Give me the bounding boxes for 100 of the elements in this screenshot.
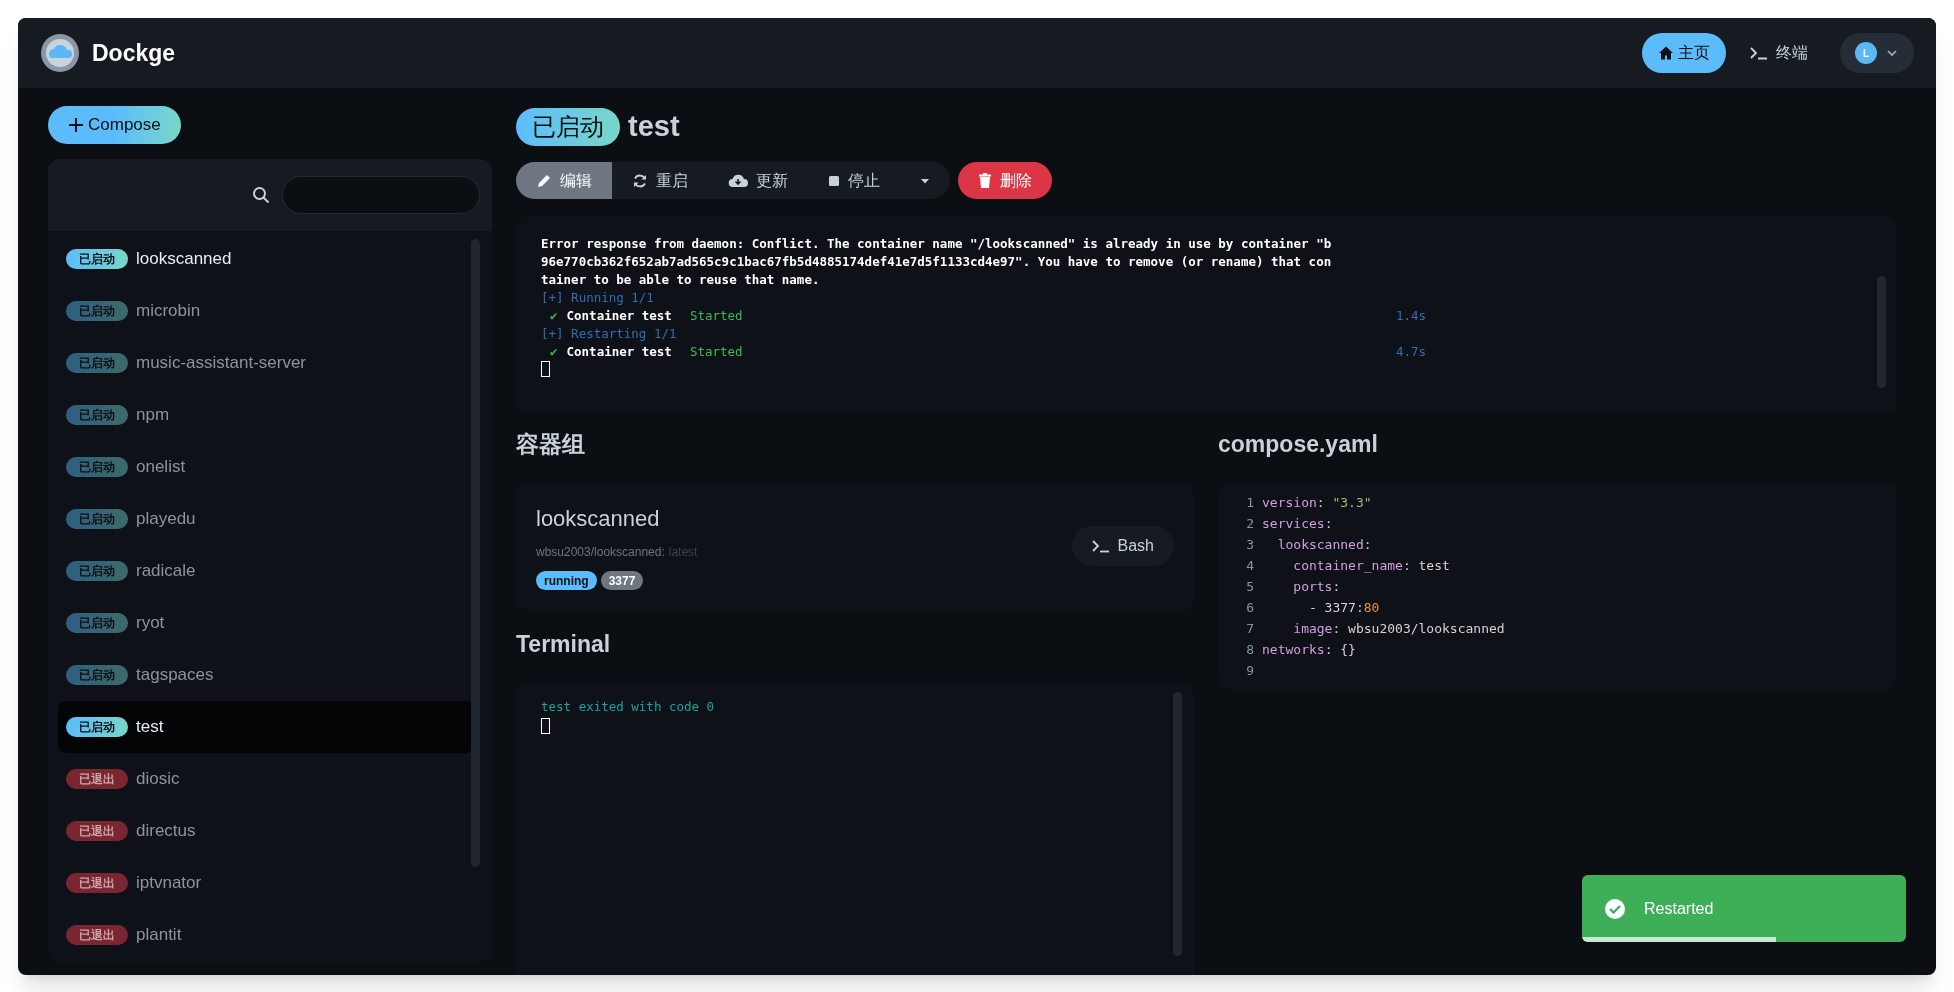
status-badge: 已启动	[66, 717, 128, 737]
stack-list-item[interactable]: 已启动 onelist	[58, 441, 474, 493]
line-number: 9	[1245, 662, 1254, 680]
log-duration: 4.7s	[1394, 343, 1426, 361]
code-line: container_name: test	[1292, 557, 1450, 575]
log-line: 96e770cb362f652ab7ad565c9c1bac67fb5d4885174def41e7d5f1133cd4e97". You have to remove (or rename) that con	[541, 253, 1332, 271]
check-mark: ✔	[550, 307, 558, 325]
trash-icon	[978, 172, 992, 189]
line-number: 6	[1245, 599, 1254, 617]
refresh-icon	[632, 172, 648, 189]
status-badge: 已退出	[66, 821, 128, 841]
stack-name: npm	[136, 404, 170, 427]
log-status: Started	[689, 307, 743, 325]
stack-list-item[interactable]: 已启动 playedu	[58, 493, 474, 545]
line-number: 4	[1245, 557, 1254, 575]
cloud-download-icon	[728, 172, 748, 189]
status-badge: 已退出	[66, 873, 128, 893]
stack-name: radicale	[136, 560, 196, 583]
scrollbar[interactable]	[1173, 692, 1182, 956]
code-line: - 3377:80	[1307, 599, 1380, 617]
status-badge: 已启动	[66, 665, 128, 685]
code-line: lookscanned:	[1276, 536, 1372, 554]
bash-button[interactable]: Bash	[1071, 526, 1174, 566]
status-badge: 已启动	[66, 249, 128, 269]
search-field[interactable]	[282, 176, 480, 214]
avatar: L	[1855, 42, 1877, 64]
status-badge: 已启动	[66, 457, 128, 477]
line-number: 7	[1245, 620, 1254, 638]
stack-name: ryot	[136, 612, 165, 635]
line-number: 1	[1245, 494, 1254, 512]
stack-name: iptvnator	[136, 872, 202, 895]
stack-name: music-assistant-server	[136, 352, 307, 375]
code-line: version: "3.3"	[1262, 494, 1372, 512]
log-line: [+] Running 1/1	[541, 289, 654, 307]
stack-list-item[interactable]: 已启动 tagspaces	[58, 649, 474, 701]
stack-list-item[interactable]: 已启动 microbin	[58, 285, 474, 337]
stack-name: lookscanned	[136, 248, 232, 271]
status-badge: 已启动	[516, 108, 620, 146]
port-badge: 3377	[600, 571, 644, 590]
scrollbar[interactable]	[471, 239, 480, 867]
stack-list-item[interactable]: 已退出 directus	[58, 805, 474, 857]
status-badge: 已退出	[66, 769, 128, 789]
line-number: 2	[1245, 515, 1254, 533]
check-circle-icon	[1604, 897, 1626, 920]
nav-button[interactable]: 主页	[1642, 33, 1726, 73]
pencil-icon	[536, 172, 552, 189]
action-button[interactable]: 编辑	[516, 162, 612, 199]
scrollbar[interactable]	[1877, 276, 1886, 388]
section-heading: compose.yaml	[1218, 429, 1379, 459]
stack-name: plantit	[136, 924, 182, 947]
stack-list-item[interactable]: 已启动 lookscanned	[58, 233, 474, 285]
stop-icon	[828, 174, 840, 187]
status-badge: 已启动	[66, 353, 128, 373]
log-status: Started	[689, 343, 743, 361]
app-name: Dockge	[92, 38, 176, 68]
code-line: image: wbsu2003/lookscanned	[1292, 620, 1505, 638]
section-heading: 容器组	[516, 429, 586, 459]
stack-list-item[interactable]: 已启动 radicale	[58, 545, 474, 597]
stack-list-item[interactable]: 已启动 music-assistant-server	[58, 337, 474, 389]
line-number: 5	[1245, 578, 1254, 596]
nav-button[interactable]: 终端	[1742, 33, 1816, 73]
status-badge: 已启动	[66, 613, 128, 633]
terminal-prompt-icon	[1091, 539, 1110, 553]
terminal-prompt-icon	[1750, 46, 1768, 60]
search-icon	[252, 186, 270, 204]
log-text: Container test	[566, 343, 672, 361]
line-number: 8	[1245, 641, 1254, 659]
log-duration: 1.4s	[1394, 307, 1426, 325]
stack-list-item[interactable]: 已退出 diosic	[58, 753, 474, 805]
cloud-logo-icon	[40, 33, 80, 73]
log-text: Container test	[566, 307, 672, 325]
code-line: networks: {}	[1262, 641, 1356, 659]
delete-button[interactable]: 删除	[958, 162, 1052, 199]
status-badge: 已退出	[66, 925, 128, 945]
code-editor[interactable]: 1 version: "3.3" 2 services: 3 lookscanned: 4 container_name: test 5 ports: 6 - 3377:80 7 image: wbsu2003/lookscanned 8 networks: {} 9	[1218, 482, 1896, 690]
action-button[interactable]: 重启	[612, 162, 708, 199]
state-badge: running	[536, 571, 597, 590]
home-icon	[1658, 45, 1674, 61]
plus-icon	[68, 117, 84, 133]
terminal-cursor	[541, 361, 550, 377]
image-name: wbsu2003/lookscanned:	[536, 544, 665, 561]
status-badge: 已启动	[66, 561, 128, 581]
container-name: lookscanned	[536, 505, 661, 533]
stack-list-item[interactable]: 已退出 iptvnator	[58, 857, 474, 909]
stack-name: onelist	[136, 456, 186, 479]
action-button[interactable]: 停止	[808, 162, 900, 199]
status-badge: 已启动	[66, 509, 128, 529]
compose-button[interactable]: Compose	[48, 106, 181, 144]
stack-name: directus	[136, 820, 196, 843]
action-button[interactable]: 更新	[708, 162, 808, 199]
status-badge: 已启动	[66, 405, 128, 425]
check-mark: ✔	[550, 343, 558, 361]
stack-list-item[interactable]: 已启动 ryot	[58, 597, 474, 649]
stack-name: diosic	[136, 768, 180, 791]
stack-list-item[interactable]: 已退出 plantit	[58, 909, 474, 961]
log-line: tainer to be able to reuse that name.	[541, 271, 820, 289]
stack-name: tagspaces	[136, 664, 214, 687]
stack-list-item[interactable]: 已启动 test	[58, 701, 474, 753]
stack-name: microbin	[136, 300, 201, 323]
stack-list-item[interactable]: 已启动 npm	[58, 389, 474, 441]
